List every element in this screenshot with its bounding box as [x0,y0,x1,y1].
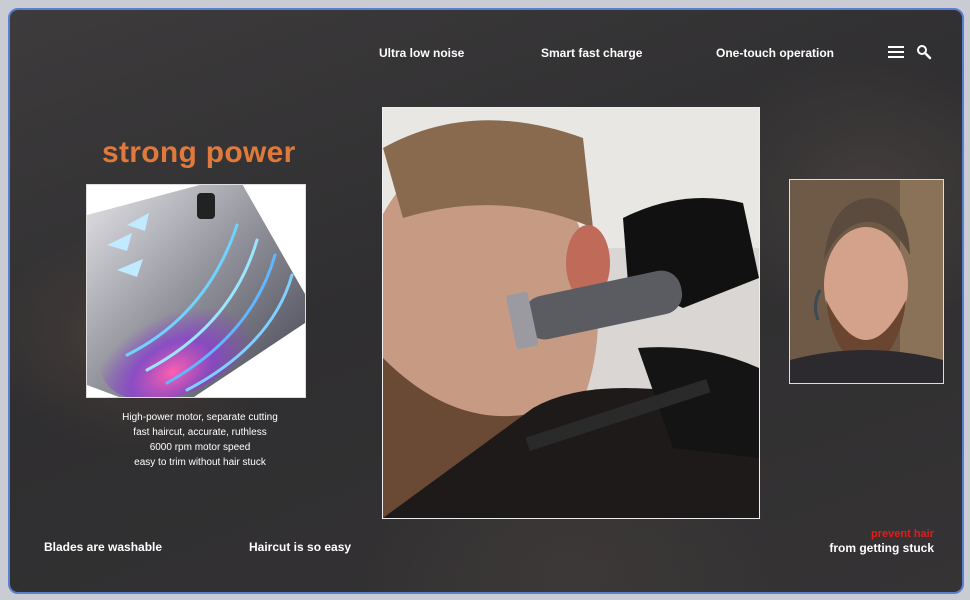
feature-easy-haircut: Haircut is so easy [249,540,352,554]
top-navigation: Ultra low noise Smart fast charge One-to… [10,46,962,66]
feature-washable-blades: Blades are washable [44,540,163,554]
nav-item-ultra-low-noise[interactable]: Ultra low noise [379,46,464,60]
warning-text: from getting stuck [829,541,934,555]
warning-highlight: prevent hair [871,528,934,540]
bearded-man-photo [789,179,944,384]
description-line: 6000 rpm motor speed [149,442,251,453]
nav-item-smart-fast-charge[interactable]: Smart fast charge [541,46,642,60]
feature-heading: strong power [102,136,296,169]
description-line: easy to trim without hair stuck [134,457,266,468]
anti-stuck-note: prevent hair from getting stuck [810,528,934,555]
product-banner: Ultra low noise Smart fast charge One-to… [8,8,964,594]
barber-trimming-photo [382,107,760,519]
hamburger-menu-icon[interactable] [888,46,904,58]
motor-illustration [86,184,306,398]
nav-item-one-touch-operation[interactable]: One-touch operation [716,46,834,60]
description-line: fast haircut, accurate, ruthless [133,427,267,438]
description-line: High-power motor, separate cutting [122,412,278,423]
feature-description: High-power motor, separate cutting fast … [80,410,320,470]
search-icon[interactable] [916,44,932,60]
